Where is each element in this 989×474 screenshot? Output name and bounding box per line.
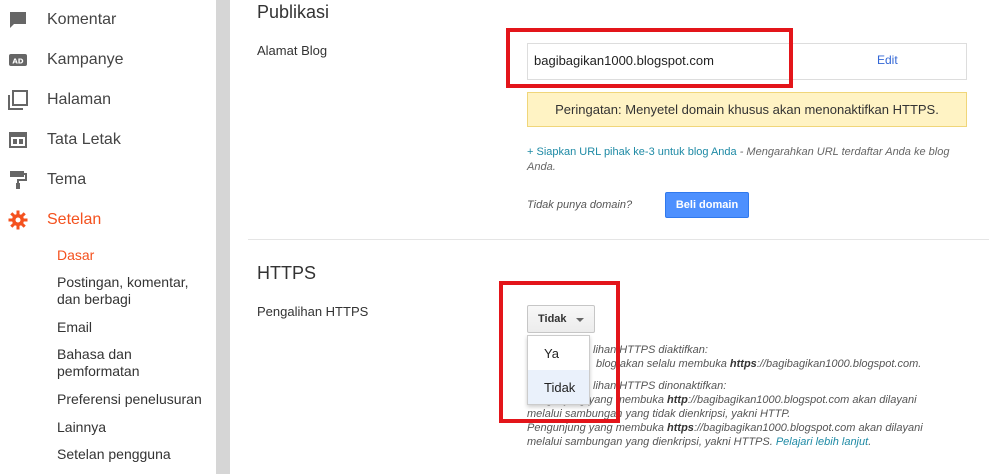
sidebar-item-label: Halaman bbox=[47, 91, 112, 108]
sidebar-item-label: Tema bbox=[47, 171, 87, 188]
sidebar-item-tema[interactable]: Tema bbox=[0, 160, 216, 200]
edit-address-link[interactable]: Edit bbox=[877, 53, 898, 67]
sidebar-item-label: Komentar bbox=[47, 11, 117, 28]
https-disabled-desc-https-2: melalui sambungan yang dienkripsi, yakni… bbox=[527, 436, 872, 448]
third-party-url-note: + Siapkan URL pihak ke-3 untuk blog Anda… bbox=[527, 145, 967, 175]
sidebar-item-setelan[interactable]: Setelan bbox=[0, 200, 216, 240]
sidebar-sub-postingan[interactable]: Postingan, komentar, dan berbagi bbox=[57, 274, 207, 308]
select-value: Tidak bbox=[538, 313, 567, 325]
sidebar-item-label: Setelan bbox=[47, 211, 102, 228]
gear-icon bbox=[8, 210, 28, 230]
no-domain-text: Tidak punya domain? bbox=[527, 199, 633, 211]
section-title-https: HTTPS bbox=[257, 263, 317, 283]
svg-text:AD: AD bbox=[12, 58, 23, 66]
pages-icon bbox=[8, 90, 28, 110]
sidebar-item-label: Kampanye bbox=[47, 51, 124, 68]
layout-icon bbox=[8, 130, 28, 150]
sidebar-sub-setelan-pengguna[interactable]: Setelan pengguna bbox=[57, 446, 171, 463]
setup-third-party-url-link[interactable]: + Siapkan URL pihak ke-3 untuk blog Anda bbox=[527, 146, 737, 158]
sidebar-item-kampanye[interactable]: AD Kampanye bbox=[0, 40, 216, 80]
sidebar-item-komentar[interactable]: Komentar bbox=[0, 0, 216, 40]
learn-more-link[interactable]: Pelajari lebih lanjut bbox=[776, 436, 868, 448]
sidebar-sub-preferensi[interactable]: Preferensi penelusuran bbox=[57, 391, 202, 408]
sidebar-sub-lainnya[interactable]: Lainnya bbox=[57, 419, 106, 436]
section-title-publikasi: Publikasi bbox=[257, 2, 330, 22]
https-disabled-desc-title: lihan HTTPS dinonaktifkan: bbox=[593, 380, 727, 392]
sidebar-item-tata-letak[interactable]: Tata Letak bbox=[0, 120, 216, 160]
https-disabled-desc-https: Pengunjung yang membuka https://bagibagi… bbox=[527, 422, 923, 434]
dropdown-option-tidak[interactable]: Tidak bbox=[528, 370, 589, 404]
comment-icon bbox=[8, 10, 28, 30]
sidebar-item-halaman[interactable]: Halaman bbox=[0, 80, 216, 120]
sidebar-sub-dasar[interactable]: Dasar bbox=[57, 247, 94, 264]
https-redirect-select[interactable]: Tidak bbox=[527, 305, 595, 333]
dropdown-option-ya[interactable]: Ya bbox=[528, 336, 589, 370]
https-enabled-desc-title: lihan HTTPS diaktifkan: bbox=[593, 344, 708, 356]
https-warning: Peringatan: Menyetel domain khusus akan … bbox=[527, 92, 967, 127]
https-enabled-desc: blog akan selalu membuka https://bagibag… bbox=[596, 358, 922, 370]
section-divider bbox=[248, 239, 989, 240]
sidebar: Komentar AD Kampanye Halaman Tata Letak … bbox=[0, 0, 216, 474]
settings-main: Publikasi Alamat Blog bagibagikan1000.bl… bbox=[230, 0, 989, 474]
https-redirect-dropdown: Ya Tidak bbox=[527, 335, 590, 405]
buy-domain-button[interactable]: Beli domain bbox=[665, 192, 749, 218]
ad-icon: AD bbox=[8, 50, 28, 70]
caret-down-icon bbox=[576, 318, 584, 322]
blog-url: bagibagikan1000.blogspot.com bbox=[534, 53, 714, 68]
sidebar-scrollbar[interactable] bbox=[216, 0, 230, 474]
blog-address-box: bagibagikan1000.blogspot.com Edit bbox=[527, 43, 967, 80]
sidebar-item-label: Tata Letak bbox=[47, 131, 121, 148]
sidebar-sub-email[interactable]: Email bbox=[57, 319, 92, 336]
blog-address-label: Alamat Blog bbox=[257, 43, 328, 58]
https-disabled-desc-http-2: melalui sambungan yang tidak dienkripsi,… bbox=[527, 408, 791, 420]
https-redirect-label: Pengalihan HTTPS bbox=[257, 304, 369, 319]
paint-roller-icon bbox=[8, 170, 28, 190]
sidebar-sub-bahasa[interactable]: Bahasa dan pemformatan bbox=[57, 346, 177, 380]
